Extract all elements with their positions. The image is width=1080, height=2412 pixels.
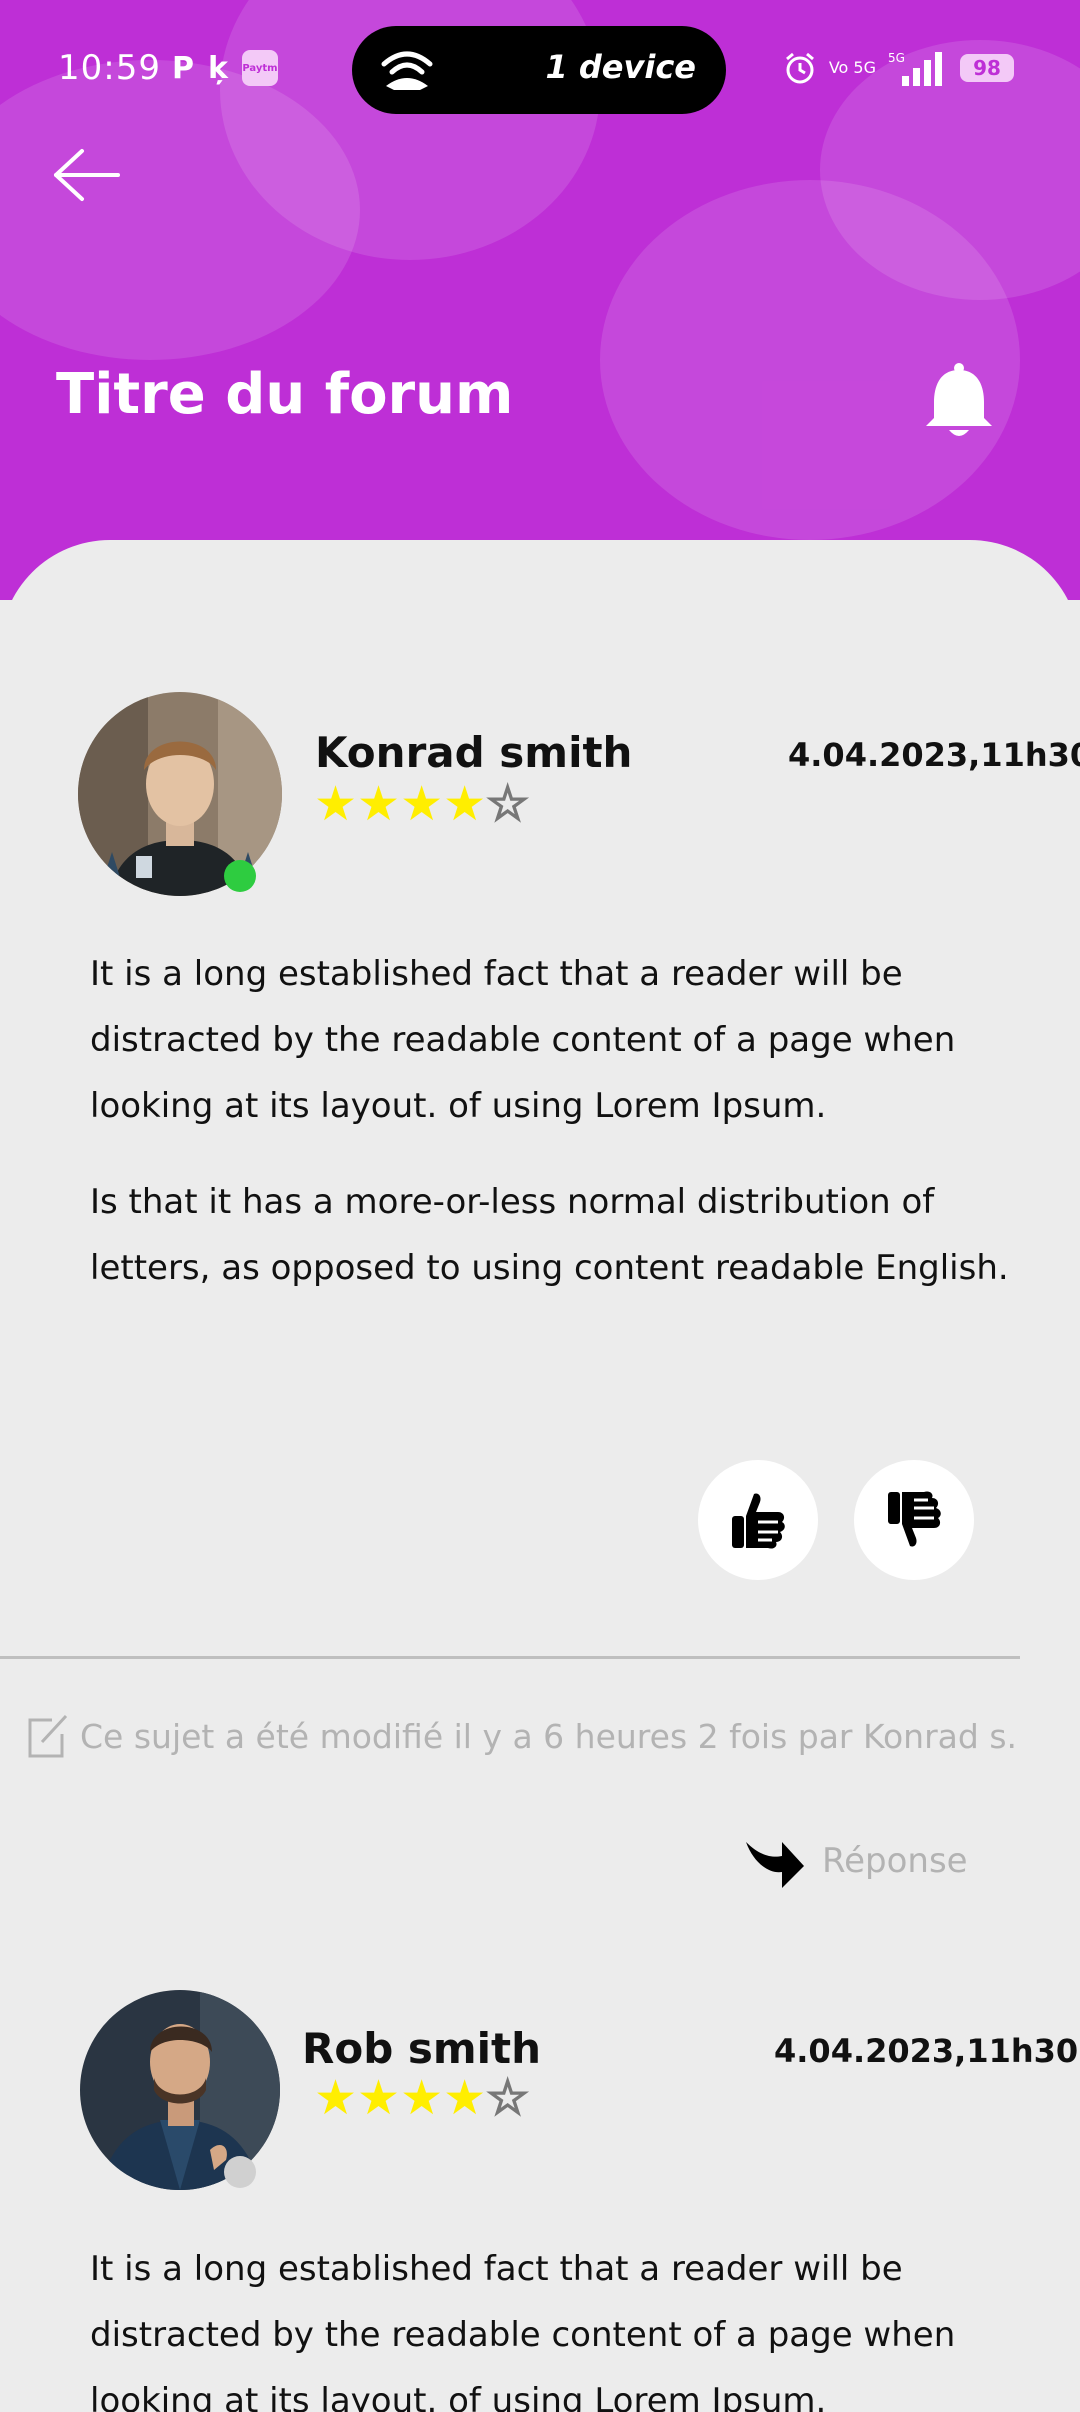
star-filled-icon: ★ — [443, 776, 487, 832]
alarm-icon — [785, 52, 814, 84]
battery-indicator: 98 — [960, 54, 1014, 82]
post-date: 4.04.2023,11h30 — [788, 736, 1080, 774]
arrow-left-icon — [54, 149, 120, 201]
like-button[interactable] — [698, 1460, 818, 1580]
header: 10:59 P ķ Paytm 1 device Vo 5G 5G 98 Tit… — [0, 0, 1080, 600]
network-label: 5G — [888, 51, 905, 65]
star-empty-icon: ☆ — [485, 2070, 530, 2126]
post-body: It is a long established fact that a rea… — [90, 941, 1020, 1331]
back-button[interactable] — [52, 145, 122, 205]
star-filled-icon: ★ — [400, 2070, 444, 2126]
volte-label: Vo 5G — [828, 58, 876, 77]
online-status-dot — [224, 860, 256, 892]
status-time: 10:59 — [58, 48, 161, 88]
hotspot-island[interactable]: 1 device — [352, 26, 726, 114]
star-filled-icon: ★ — [400, 776, 444, 832]
thumbs-down-icon — [888, 1491, 941, 1547]
reply-button[interactable]: Réponse — [742, 1834, 968, 1888]
hotspot-icon — [381, 51, 433, 90]
star-filled-icon: ★ — [314, 2070, 358, 2126]
forum-thread-screen: 10:59 P ķ Paytm 1 device Vo 5G 5G 98 Tit… — [0, 0, 1080, 2412]
divider — [0, 1656, 1020, 1659]
offline-status-dot — [224, 2156, 256, 2188]
author-name: Rob smith — [302, 2024, 542, 2073]
edit-note: Ce sujet a été modifié il y a 6 heures 2… — [22, 1712, 1017, 1760]
thumbs-up-icon — [732, 1493, 785, 1549]
k-icon: ķ — [208, 50, 228, 86]
signal-icon: 5G — [888, 51, 942, 86]
post-body: It is a long established fact that a rea… — [90, 2236, 1020, 2412]
bell-icon — [926, 363, 992, 436]
status-left-icons: P ķ Paytm — [172, 50, 278, 86]
author-name: Konrad smith — [315, 728, 633, 777]
reply-label: Réponse — [822, 1841, 968, 1881]
star-empty-icon: ☆ — [485, 776, 530, 832]
star-filled-icon: ★ — [314, 776, 358, 832]
edit-note-text: Ce sujet a été modifié il y a 6 heures 2… — [80, 1716, 1018, 1756]
paytm-icon: Paytm — [241, 50, 278, 86]
page-title: Titre du forum — [56, 362, 514, 427]
rating-stars: ★ ★ ★ ★ ☆ — [314, 2070, 530, 2126]
p-icon: P — [172, 50, 194, 86]
rating-stars: ★ ★ ★ ★ ☆ — [314, 776, 530, 832]
status-right-icons: Vo 5G 5G 98 — [783, 50, 1014, 86]
notifications-button[interactable] — [922, 362, 996, 442]
star-filled-icon: ★ — [357, 776, 401, 832]
reply-arrow-icon — [746, 1842, 804, 1888]
post-paragraph: It is a long established fact that a rea… — [90, 954, 956, 1126]
edit-icon — [28, 1714, 68, 1758]
hotspot-label: 1 device — [545, 48, 696, 86]
post-paragraph: It is a long established fact that a rea… — [90, 2249, 956, 2412]
post-date: 4.04.2023,11h30 — [774, 2032, 1079, 2070]
status-bar: 10:59 P ķ Paytm 1 device Vo 5G 5G 98 — [0, 0, 1080, 140]
dislike-button[interactable] — [854, 1460, 974, 1580]
star-filled-icon: ★ — [443, 2070, 487, 2126]
post-paragraph: Is that it has a more-or-less normal dis… — [90, 1182, 1009, 1288]
star-filled-icon: ★ — [357, 2070, 401, 2126]
